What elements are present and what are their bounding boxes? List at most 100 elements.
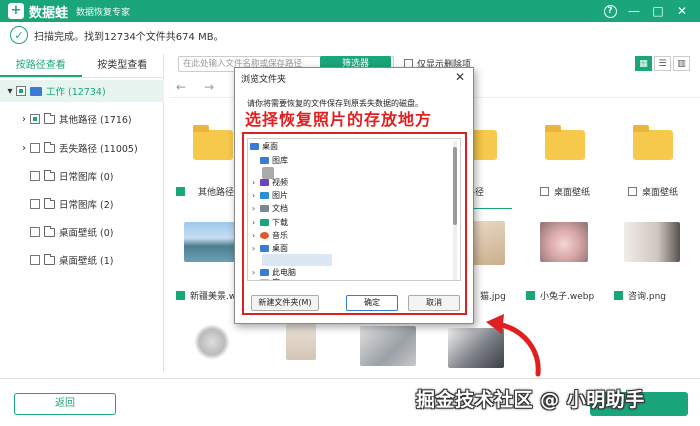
watermark-text: 掘金技术社区 @ 小明助手 bbox=[416, 389, 645, 411]
file-checkbox[interactable] bbox=[614, 291, 623, 300]
folder-icon bbox=[44, 141, 55, 153]
file-name: 小兔子.webp bbox=[540, 292, 595, 302]
file-checkbox[interactable] bbox=[540, 187, 549, 196]
grid-view-icon[interactable]: ▦ bbox=[635, 56, 652, 71]
file-checkbox[interactable] bbox=[176, 291, 185, 300]
detail-view-icon[interactable]: ▥ bbox=[673, 56, 690, 71]
folder-tree-label: 库 bbox=[272, 277, 280, 280]
close-button[interactable]: ✕ bbox=[670, 2, 694, 20]
file-name-row[interactable]: 其他路径 bbox=[176, 185, 234, 198]
expand-right-icon[interactable]: › bbox=[18, 114, 30, 125]
folder-tree-label: 图库 bbox=[272, 156, 288, 165]
tree-item-wallpaper-1[interactable]: 桌面壁纸 (1) bbox=[0, 249, 164, 271]
expand-right-icon[interactable]: › bbox=[252, 178, 260, 187]
dialog-title: 浏览文件夹 bbox=[241, 75, 287, 85]
file-name-row[interactable]: 咨询.png bbox=[614, 289, 666, 302]
tab-by-type[interactable]: 按类型查看 bbox=[82, 54, 164, 77]
tree-item-other-path[interactable]: › 其他路径 (1716) bbox=[0, 108, 164, 130]
tree-label: 日常图库 (2) bbox=[59, 200, 114, 211]
tree-checkbox[interactable] bbox=[30, 255, 40, 265]
folder-tree-item[interactable]: 桌面 bbox=[250, 141, 278, 152]
file-name-row[interactable]: 桌面壁纸 bbox=[628, 185, 678, 198]
file-tile[interactable] bbox=[616, 208, 688, 276]
dialog-close-icon[interactable]: ✕ bbox=[455, 70, 465, 84]
tree-checkbox[interactable] bbox=[30, 114, 40, 124]
folder-tree-item[interactable]: › 库 bbox=[252, 277, 280, 280]
folder-tree-item[interactable]: 图库 bbox=[260, 155, 288, 166]
file-name-row[interactable]: 小兔子.webp bbox=[526, 289, 594, 302]
view-tabs: 按路径查看 按类型查看 bbox=[0, 54, 163, 78]
maximize-button[interactable]: □ bbox=[646, 2, 670, 20]
back-button[interactable]: 返回 bbox=[14, 393, 116, 415]
tree-item-lost-path[interactable]: › 丢失路径 (11005) bbox=[0, 137, 164, 159]
plus-logo-icon: + bbox=[8, 3, 24, 19]
expand-right-icon[interactable]: › bbox=[252, 231, 260, 240]
cat-thumbnail bbox=[471, 221, 505, 265]
file-name: 其他路径 bbox=[198, 188, 235, 198]
back-arrow-icon[interactable]: ← bbox=[176, 80, 186, 94]
blurred-item bbox=[262, 254, 332, 266]
video-icon bbox=[260, 179, 269, 186]
folder-tree-item[interactable]: › 音乐 bbox=[252, 230, 288, 241]
folder-icon bbox=[44, 253, 55, 265]
scrollbar-thumb[interactable] bbox=[453, 147, 457, 225]
expand-right-icon[interactable]: › bbox=[252, 218, 260, 227]
file-name: 咨询.png bbox=[628, 292, 666, 302]
list-view-icon[interactable]: ☰ bbox=[654, 56, 671, 71]
forward-arrow-icon[interactable]: → bbox=[204, 80, 214, 94]
tree-item-root[interactable]: ▾ 工作 (12734) bbox=[0, 80, 164, 102]
landscape-thumbnail bbox=[184, 222, 240, 262]
browse-folder-dialog: 浏览文件夹 ✕ 请你将需要恢复的文件保存到原丢失数据的磁盘。 选择恢复照片的存放… bbox=[234, 67, 474, 324]
file-checkbox[interactable] bbox=[176, 187, 185, 196]
folder-tree-item[interactable]: › 图片 bbox=[252, 190, 288, 201]
earphone-thumbnail bbox=[194, 324, 230, 360]
file-tile[interactable] bbox=[528, 208, 600, 276]
folder-tree-item[interactable]: › 视频 bbox=[252, 177, 288, 188]
folder-tree[interactable]: 桌面 图库 › 视频 › 图片 › 文档 › 下载 › 音乐 › 桌面 › 此电… bbox=[247, 138, 461, 281]
expand-right-icon[interactable]: › bbox=[252, 191, 260, 200]
tree-checkbox[interactable] bbox=[16, 86, 26, 96]
folder-tree-item[interactable]: › 文档 bbox=[252, 203, 288, 214]
minimize-button[interactable]: — bbox=[622, 2, 646, 20]
tree-checkbox[interactable] bbox=[30, 227, 40, 237]
file-tile[interactable] bbox=[528, 108, 600, 176]
tree-item-wallpaper-0[interactable]: 桌面壁纸 (0) bbox=[0, 221, 164, 243]
expand-right-icon[interactable]: › bbox=[18, 143, 30, 154]
file-name-row[interactable]: 猫.jpg bbox=[480, 289, 506, 302]
file-tile[interactable] bbox=[616, 108, 688, 176]
view-mode-switch: ▦ ☰ ▥ bbox=[633, 56, 690, 71]
cancel-button[interactable]: 取消 bbox=[408, 295, 460, 311]
new-folder-button[interactable]: 新建文件夹(M) bbox=[251, 295, 319, 311]
folder-tree-item[interactable]: › 桌面 bbox=[252, 243, 288, 254]
expand-down-icon[interactable]: ▾ bbox=[4, 86, 16, 97]
folder-tree-label: 图片 bbox=[272, 191, 288, 200]
tree-label: 桌面壁纸 (1) bbox=[59, 256, 114, 267]
expand-right-icon[interactable]: › bbox=[252, 204, 260, 213]
file-checkbox[interactable] bbox=[526, 291, 535, 300]
folder-icon bbox=[545, 125, 585, 160]
tree-checkbox[interactable] bbox=[30, 199, 40, 209]
tree-item-daily-gallery-2[interactable]: 日常图库 (2) bbox=[0, 193, 164, 215]
tree-checkbox[interactable] bbox=[30, 171, 40, 181]
scan-status: ✓ 扫描完成。找到12734个文件共674 MB。 bbox=[0, 22, 700, 48]
folder-tree-label: 桌面 bbox=[262, 142, 278, 151]
close-icon: ✕ bbox=[676, 4, 688, 18]
desktop-icon bbox=[260, 245, 269, 252]
expand-right-icon[interactable]: › bbox=[252, 268, 260, 277]
folder-icon bbox=[633, 125, 673, 160]
tab-by-path[interactable]: 按路径查看 bbox=[0, 54, 82, 77]
file-checkbox[interactable] bbox=[628, 187, 637, 196]
annotation-text: 选择恢复照片的存放地方 bbox=[245, 110, 433, 129]
photo-thumbnail bbox=[286, 324, 316, 360]
tree-item-daily-gallery-0[interactable]: 日常图库 (0) bbox=[0, 165, 164, 187]
ok-button[interactable]: 确定 bbox=[346, 295, 398, 311]
file-name: 桌面壁纸 bbox=[554, 188, 591, 198]
tree-checkbox[interactable] bbox=[30, 143, 40, 153]
expand-right-icon[interactable]: › bbox=[252, 244, 260, 253]
folder-tree-item[interactable]: › 下载 bbox=[252, 217, 288, 228]
help-button[interactable]: ? bbox=[598, 2, 622, 20]
expand-right-icon[interactable]: › bbox=[252, 278, 260, 280]
file-name-row[interactable]: 桌面壁纸 bbox=[540, 185, 590, 198]
document-icon bbox=[260, 205, 269, 212]
tree-label: 其他路径 (1716) bbox=[59, 115, 132, 126]
